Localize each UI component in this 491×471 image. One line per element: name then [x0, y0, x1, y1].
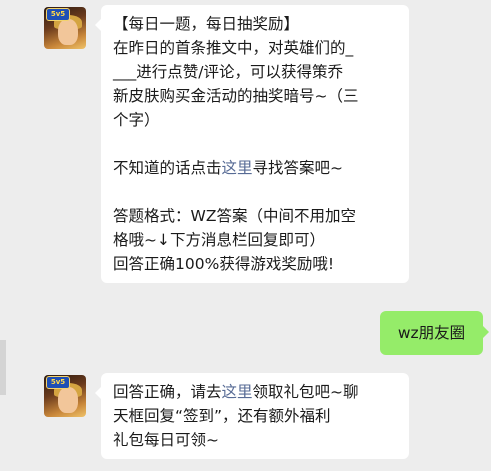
- avatar-face: [58, 387, 78, 413]
- reward-link[interactable]: 这里: [222, 383, 253, 401]
- message-bubble-question[interactable]: 【每日一题，每日抽奖励】 在昨日的首条推文中，对英雄们的_ ___进行点赞/评论…: [95, 5, 409, 283]
- answer-line: 回答正确，请去这里领取礼包吧~聊: [113, 380, 397, 404]
- game-logo-icon: 5v5: [46, 376, 70, 389]
- hint-link[interactable]: 这里: [222, 159, 253, 177]
- hint-prefix: 不知道的话点击: [113, 159, 222, 177]
- game-logo-icon: 5v5: [46, 8, 70, 21]
- answer-line: 礼包每日可领~: [113, 431, 219, 449]
- answer-line1-suffix: 领取礼包吧~聊: [252, 383, 359, 401]
- sender-avatar[interactable]: 5v5: [44, 375, 86, 417]
- format-line: 答题格式：WZ答案（中间不用加空: [113, 207, 356, 225]
- scroll-indicator[interactable]: [0, 340, 6, 395]
- question-line: 在昨日的首条推文中，对英雄们的_: [113, 39, 354, 57]
- message-bubble-answer[interactable]: 回答正确，请去这里领取礼包吧~聊 天框回复“签到”，还有额外福利 礼包每日可领~: [95, 373, 409, 459]
- message-bubble-reply[interactable]: wz朋友圈: [380, 311, 489, 355]
- hint-line: 不知道的话点击这里寻找答案吧~: [113, 156, 397, 180]
- sender-avatar[interactable]: 5v5: [44, 7, 86, 49]
- answer-line: 天框回复“签到”，还有额外福利: [113, 407, 331, 425]
- question-line: 个字）: [113, 111, 160, 129]
- format-line: 回答正确100%获得游戏奖励哦!: [113, 255, 335, 273]
- question-line: ___进行点赞/评论，可以获得策乔: [113, 63, 343, 81]
- question-line: 新皮肤购买金活动的抽奖暗号~（三: [113, 87, 359, 105]
- hint-suffix: 寻找答案吧~: [252, 159, 344, 177]
- message-title: 【每日一题，每日抽奖励】: [113, 15, 300, 33]
- format-line: 格哦~↓下方消息栏回复即可）: [113, 231, 325, 249]
- avatar-face: [58, 19, 78, 45]
- answer-prefix: 回答正确，请去: [113, 383, 222, 401]
- reply-text: wz朋友圈: [397, 324, 466, 342]
